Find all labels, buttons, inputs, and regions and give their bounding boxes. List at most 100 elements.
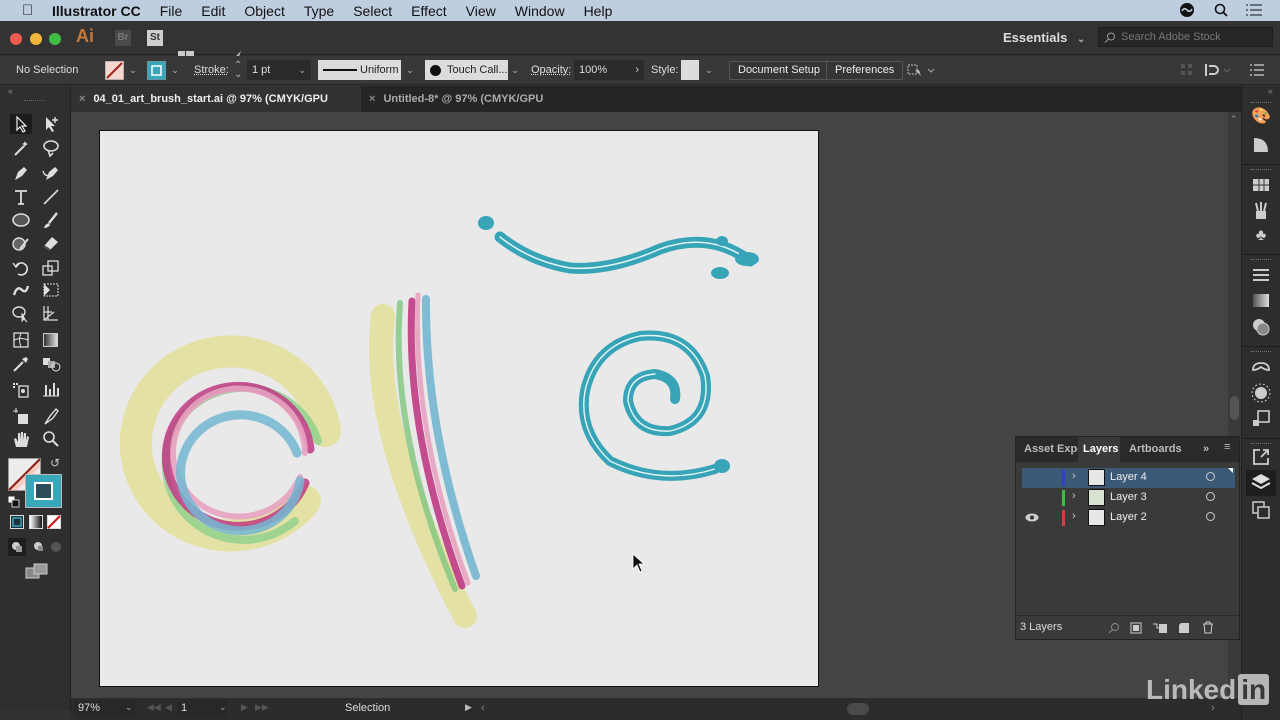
menu-select[interactable]: Select [353, 3, 392, 19]
export-icon[interactable] [1250, 446, 1272, 468]
dock-grip[interactable] [1251, 102, 1271, 105]
magic-wand-tool-icon[interactable] [10, 138, 32, 158]
fill-swatch[interactable] [105, 61, 124, 80]
workspace-switcher[interactable]: Essentials ⌄ [1003, 30, 1085, 45]
eyedropper-tool-icon[interactable] [10, 354, 32, 374]
blend-tool-icon[interactable] [40, 354, 62, 374]
expand-layer-icon[interactable]: › [1072, 510, 1076, 522]
stroke-color-swatch[interactable] [25, 474, 62, 508]
layer-row[interactable]: › Layer 4 [1022, 468, 1235, 488]
transparency-icon[interactable] [1250, 316, 1272, 338]
pen-tool-icon[interactable] [10, 163, 32, 183]
more-tabs-icon[interactable]: » [1203, 443, 1209, 455]
stroke-swatch[interactable] [147, 61, 166, 80]
dock-grip[interactable] [1251, 351, 1271, 354]
swatches-icon[interactable] [1250, 174, 1272, 196]
vertical-scroll-thumb[interactable] [1230, 396, 1239, 420]
menu-window[interactable]: Window [515, 3, 565, 19]
draw-inside-icon[interactable] [47, 538, 65, 556]
delete-layer-icon[interactable] [1202, 621, 1214, 634]
close-tab-icon[interactable]: × [369, 93, 375, 105]
stroke-icon[interactable] [1250, 264, 1272, 286]
menu-view[interactable]: View [466, 3, 496, 19]
color-guide-icon[interactable]: 🎨 [1250, 106, 1272, 128]
apple-icon[interactable]:  [22, 2, 36, 19]
expand-layer-icon[interactable]: › [1072, 490, 1076, 502]
puppet-warp-tool-icon[interactable] [10, 280, 32, 300]
menu-edit[interactable]: Edit [201, 3, 225, 19]
visibility-eye-icon[interactable] [1025, 513, 1039, 522]
align-icon[interactable] [1203, 62, 1233, 78]
artboard-chevron-down-icon[interactable]: ⌄ [219, 702, 227, 713]
shaper-tool-icon[interactable] [10, 233, 32, 253]
menu-app-name[interactable]: Illustrator CC [52, 3, 141, 19]
make-clipping-mask-icon[interactable] [1130, 622, 1142, 634]
scale-tool-icon[interactable] [40, 258, 62, 278]
layer-target-icon[interactable] [1206, 512, 1215, 521]
artboard-tool-icon[interactable] [10, 406, 32, 426]
slice-tool-icon[interactable] [40, 406, 62, 426]
zoom-tool-icon[interactable] [40, 429, 62, 449]
layer-name[interactable]: Layer 2 [1110, 511, 1147, 523]
last-artboard-icon[interactable]: ▶▶ [255, 702, 269, 713]
align-grid-icon[interactable] [1180, 63, 1194, 77]
swap-fill-stroke-icon[interactable]: ↺ [50, 456, 60, 470]
panel-menu-icon[interactable]: ≡ [1224, 441, 1230, 453]
direct-selection-tool-icon[interactable] [40, 114, 62, 134]
tab-artboards[interactable]: Artboards [1129, 443, 1182, 455]
close-window-button[interactable] [10, 33, 22, 45]
previous-artboard-icon[interactable]: ◀ [165, 702, 172, 713]
brush-dropdown-chevron-icon[interactable]: ⌄ [509, 62, 521, 78]
mesh-tool-icon[interactable] [10, 330, 32, 350]
stroke-weight-stepper[interactable]: ⌃ ⌄ [234, 61, 242, 80]
document-tab-active[interactable]: × 04_01_art_brush_start.ai @ 97% (CMYK/GP… [71, 86, 361, 131]
color-icon[interactable] [1250, 134, 1272, 156]
horizontal-scroll-thumb[interactable] [847, 703, 869, 715]
create-sublayer-icon[interactable] [1152, 622, 1168, 634]
variable-width-profile[interactable]: Uniform [318, 60, 401, 80]
layer-name[interactable]: Layer 3 [1110, 491, 1147, 503]
column-graph-tool-icon[interactable] [40, 379, 62, 399]
minimize-window-button[interactable] [30, 33, 42, 45]
draw-behind-icon[interactable] [29, 538, 47, 556]
scroll-left-icon[interactable]: ‹ [481, 702, 485, 714]
document-tab[interactable]: ×Untitled-8* @ 97% (CMYK/GPU Preview) [361, 86, 591, 131]
stroke-label[interactable]: Stroke: [194, 64, 229, 76]
draw-normal-icon[interactable] [8, 538, 26, 556]
rotate-tool-icon[interactable] [10, 258, 32, 278]
none-mode-icon[interactable] [47, 515, 61, 529]
gradient-icon[interactable] [1250, 290, 1272, 312]
collapse-panel-icon[interactable]: « [8, 86, 13, 96]
spotlight-search-icon[interactable] [1214, 3, 1228, 17]
gradient-mode-icon[interactable] [29, 515, 43, 529]
graphic-styles-icon[interactable] [1250, 408, 1272, 430]
brush-definition[interactable]: Touch Call... [425, 60, 508, 80]
status-menu-arrow-icon[interactable]: ▶ [465, 702, 472, 713]
type-tool-icon[interactable] [10, 187, 32, 207]
default-fill-stroke-icon[interactable] [7, 495, 20, 508]
create-new-layer-icon[interactable] [1178, 622, 1190, 634]
control-bar-menu-icon[interactable] [1250, 64, 1264, 76]
collapse-dock-icon[interactable]: « [1268, 86, 1273, 96]
menu-type[interactable]: Type [304, 3, 334, 19]
locate-object-icon[interactable] [1108, 622, 1120, 634]
zoom-window-button[interactable] [49, 33, 61, 45]
profile-dropdown-chevron-icon[interactable]: ⌄ [404, 62, 416, 78]
layer-target-icon[interactable] [1206, 472, 1215, 481]
free-transform-tool-icon[interactable] [40, 280, 62, 300]
tab-asset-export[interactable]: Asset Expo [1024, 443, 1084, 455]
preferences-button[interactable]: Preferences [826, 61, 904, 80]
dock-grip[interactable] [1251, 259, 1271, 262]
layer-name[interactable]: Layer 4 [1110, 471, 1147, 483]
current-tool-status[interactable]: Selection [345, 702, 390, 714]
expand-layer-icon[interactable]: › [1072, 470, 1076, 482]
layer-row[interactable]: › Layer 3 [1022, 488, 1235, 508]
layers-dock-button[interactable] [1246, 470, 1276, 496]
panel-grip[interactable] [24, 100, 44, 102]
style-dropdown-chevron-icon[interactable]: ⌄ [703, 62, 715, 78]
close-tab-icon[interactable]: × [79, 93, 85, 105]
eraser-tool-icon[interactable] [40, 233, 62, 253]
select-similar-icon[interactable] [906, 62, 936, 78]
curvature-tool-icon[interactable] [40, 163, 62, 183]
stock-icon[interactable]: St [147, 30, 163, 46]
